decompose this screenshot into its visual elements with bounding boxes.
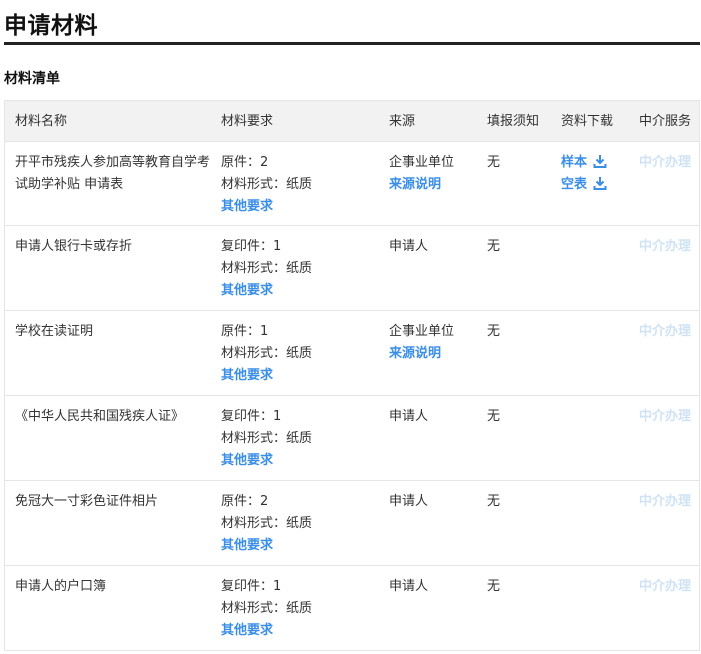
material-name-text: 免冠大一寸彩色证件相片 <box>15 494 159 509</box>
requirement-form: 材料形式：纸质 <box>221 516 313 531</box>
download-blank-label: 空表 <box>561 177 588 192</box>
table-row: 申请人的户口簿 复印件：1 材料形式：纸质 其他要求 申请人 无 中介办理 <box>5 566 699 651</box>
table-row: 申请人银行卡或存折 复印件：1 材料形式：纸质 其他要求 申请人 无 中介办理 <box>5 226 699 311</box>
requirement-count: 复印件：1 <box>221 579 282 594</box>
materials-table: 材料名称 材料要求 来源 填报须知 资料下载 中介服务 开平市残疾人参加高等教育… <box>4 100 700 651</box>
header-name: 材料名称 <box>15 114 68 129</box>
table-row: 《中华人民共和国残疾人证》 复印件：1 材料形式：纸质 其他要求 申请人 无 中… <box>5 396 699 481</box>
requirement-form: 材料形式：纸质 <box>221 431 313 446</box>
agency-service-link[interactable]: 中介办理 <box>639 491 699 513</box>
material-name: 学校在读证明 <box>15 321 210 343</box>
material-name-text: 申请人银行卡或存折 <box>15 239 133 254</box>
table-header: 材料名称 材料要求 来源 填报须知 资料下载 中介服务 <box>5 100 699 142</box>
requirement-form: 材料形式：纸质 <box>221 346 313 361</box>
header-download: 资料下载 <box>561 114 614 129</box>
material-name-text: 申请人的户口簿 <box>15 579 107 594</box>
material-source: 企事业单位 来源说明 <box>389 152 484 196</box>
agency-service-link[interactable]: 中介办理 <box>639 576 699 598</box>
material-requirement: 原件：2 材料形式：纸质 其他要求 <box>221 152 381 218</box>
download-cell: 样本 空表 <box>561 152 631 196</box>
material-source: 申请人 <box>389 236 484 258</box>
download-sample-label: 样本 <box>561 155 588 170</box>
table-body: 开平市残疾人参加高等教育自学考试助学补贴 申请表 原件：2 材料形式：纸质 其他… <box>5 142 699 651</box>
fill-notice: 无 <box>487 579 501 594</box>
source-text: 申请人 <box>389 409 429 424</box>
other-requirements-link[interactable]: 其他要求 <box>221 280 381 302</box>
material-name: 申请人银行卡或存折 <box>15 236 210 258</box>
download-icon <box>593 155 607 168</box>
material-requirement: 原件：1 材料形式：纸质 其他要求 <box>221 321 381 387</box>
page-title: 申请材料 <box>4 13 98 39</box>
title-divider <box>4 42 700 45</box>
material-requirement: 复印件：1 材料形式：纸质 其他要求 <box>221 236 381 302</box>
fill-notice: 无 <box>487 155 501 170</box>
material-name: 免冠大一寸彩色证件相片 <box>15 491 210 513</box>
requirement-count: 原件：1 <box>221 324 269 339</box>
source-text: 申请人 <box>389 579 429 594</box>
material-name-text: 开平市残疾人参加高等教育自学考试助学补贴 申请表 <box>15 155 211 192</box>
section-title: 材料清单 <box>4 71 60 87</box>
requirement-form: 材料形式：纸质 <box>221 601 313 616</box>
table-row: 免冠大一寸彩色证件相片 原件：2 材料形式：纸质 其他要求 申请人 无 中介办理 <box>5 481 699 566</box>
material-source: 申请人 <box>389 576 484 598</box>
source-note-link[interactable]: 来源说明 <box>389 343 484 365</box>
material-source: 申请人 <box>389 491 484 513</box>
download-blank-link[interactable]: 空表 <box>561 174 631 196</box>
other-requirements-link[interactable]: 其他要求 <box>221 196 381 218</box>
material-requirement: 复印件：1 材料形式：纸质 其他要求 <box>221 406 381 472</box>
source-text: 申请人 <box>389 494 429 509</box>
agency-service-link[interactable]: 中介办理 <box>639 152 699 174</box>
other-requirements-link[interactable]: 其他要求 <box>221 620 381 642</box>
source-note-link[interactable]: 来源说明 <box>389 174 484 196</box>
header-source: 来源 <box>389 114 416 129</box>
header-fill-notice: 填报须知 <box>487 114 540 129</box>
material-name: 《中华人民共和国残疾人证》 <box>15 406 210 428</box>
other-requirements-link[interactable]: 其他要求 <box>221 535 381 557</box>
header-service: 中介服务 <box>639 114 692 129</box>
other-requirements-link[interactable]: 其他要求 <box>221 450 381 472</box>
agency-service-link[interactable]: 中介办理 <box>639 236 699 258</box>
material-name-text: 学校在读证明 <box>15 324 94 339</box>
table-row: 学校在读证明 原件：1 材料形式：纸质 其他要求 企事业单位 来源说明 无 中介… <box>5 311 699 396</box>
source-text: 企事业单位 <box>389 324 455 339</box>
requirement-count: 原件：2 <box>221 155 269 170</box>
agency-service-link[interactable]: 中介办理 <box>639 321 699 343</box>
download-icon <box>593 177 607 190</box>
material-source: 企事业单位 来源说明 <box>389 321 484 365</box>
requirement-count: 原件：2 <box>221 494 269 509</box>
header-requirement: 材料要求 <box>221 114 274 129</box>
source-text: 申请人 <box>389 239 429 254</box>
material-name: 开平市残疾人参加高等教育自学考试助学补贴 申请表 <box>15 152 210 196</box>
requirement-form: 材料形式：纸质 <box>221 261 313 276</box>
requirement-form: 材料形式：纸质 <box>221 177 313 192</box>
source-text: 企事业单位 <box>389 155 455 170</box>
table-row: 开平市残疾人参加高等教育自学考试助学补贴 申请表 原件：2 材料形式：纸质 其他… <box>5 142 699 226</box>
fill-notice: 无 <box>487 324 501 339</box>
requirement-count: 复印件：1 <box>221 409 282 424</box>
material-requirement: 原件：2 材料形式：纸质 其他要求 <box>221 491 381 557</box>
fill-notice: 无 <box>487 494 501 509</box>
fill-notice: 无 <box>487 239 501 254</box>
agency-service-link[interactable]: 中介办理 <box>639 406 699 428</box>
download-sample-link[interactable]: 样本 <box>561 152 631 174</box>
material-name-text: 《中华人民共和国残疾人证》 <box>15 409 185 424</box>
material-requirement: 复印件：1 材料形式：纸质 其他要求 <box>221 576 381 642</box>
material-source: 申请人 <box>389 406 484 428</box>
other-requirements-link[interactable]: 其他要求 <box>221 365 381 387</box>
material-name: 申请人的户口簿 <box>15 576 210 598</box>
fill-notice: 无 <box>487 409 501 424</box>
requirement-count: 复印件：1 <box>221 239 282 254</box>
